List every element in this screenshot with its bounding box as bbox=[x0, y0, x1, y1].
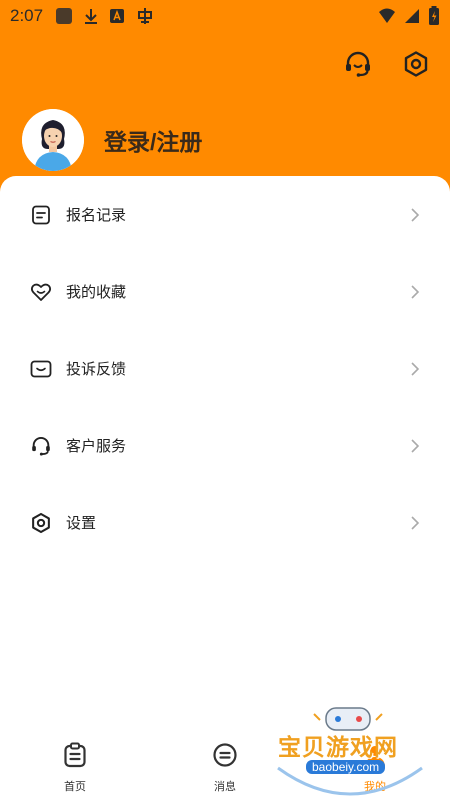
nav-label: 我的 bbox=[364, 780, 386, 793]
menu-card: 报名记录 我的收藏 投诉反馈 客户服务 设置 bbox=[0, 176, 450, 800]
heart-icon bbox=[30, 281, 52, 303]
app-square-icon bbox=[55, 7, 73, 25]
login-register-link[interactable]: 登录/注册 bbox=[104, 123, 202, 157]
menu-list: 报名记录 我的收藏 投诉反馈 客户服务 设置 bbox=[0, 176, 450, 561]
home-clipboard-icon bbox=[63, 742, 87, 772]
menu-item-label: 我的收藏 bbox=[66, 283, 127, 301]
profile-icon bbox=[362, 742, 388, 772]
status-right-icons bbox=[378, 6, 440, 26]
headset-icon bbox=[30, 435, 52, 457]
bug-icon bbox=[135, 6, 155, 26]
avatar[interactable] bbox=[22, 109, 84, 171]
chevron-right-icon bbox=[410, 361, 420, 377]
hexagon-gear-icon bbox=[30, 512, 52, 534]
profile-section[interactable]: 登录/注册 bbox=[22, 109, 202, 171]
wifi-icon bbox=[378, 8, 396, 24]
chevron-right-icon bbox=[410, 284, 420, 300]
menu-item-settings[interactable]: 设置 bbox=[0, 484, 450, 561]
nav-home[interactable]: 首页 bbox=[0, 732, 150, 800]
headset-icon bbox=[343, 49, 373, 83]
menu-item-customer-service[interactable]: 客户服务 bbox=[0, 407, 450, 484]
status-bar: 2:07 bbox=[0, 0, 450, 32]
menu-item-complaint-feedback[interactable]: 投诉反馈 bbox=[0, 330, 450, 407]
menu-item-my-favorites[interactable]: 我的收藏 bbox=[0, 253, 450, 330]
message-box-icon bbox=[30, 358, 52, 380]
font-a-icon bbox=[109, 8, 125, 24]
signal-icon bbox=[404, 8, 420, 24]
menu-item-label: 投诉反馈 bbox=[66, 360, 127, 378]
chevron-right-icon bbox=[410, 438, 420, 454]
status-time: 2:07 bbox=[10, 6, 44, 25]
hexagon-gear-icon bbox=[402, 50, 430, 82]
settings-button[interactable] bbox=[400, 50, 432, 82]
nav-messages[interactable]: 消息 bbox=[150, 732, 300, 800]
nav-profile[interactable]: 我的 bbox=[300, 732, 450, 800]
nav-label: 首页 bbox=[64, 780, 86, 793]
menu-item-label: 报名记录 bbox=[66, 206, 127, 224]
customer-service-button[interactable] bbox=[342, 50, 374, 82]
bottom-nav: 首页 消息 我的 bbox=[0, 732, 450, 800]
download-icon bbox=[83, 7, 99, 25]
chevron-right-icon bbox=[410, 207, 420, 223]
menu-item-label: 设置 bbox=[66, 514, 97, 532]
message-circle-icon bbox=[212, 742, 238, 772]
battery-charging-icon bbox=[428, 6, 440, 26]
document-icon bbox=[30, 204, 52, 226]
menu-item-label: 客户服务 bbox=[66, 437, 127, 455]
chevron-right-icon bbox=[410, 515, 420, 531]
menu-item-registration-records[interactable]: 报名记录 bbox=[0, 176, 450, 253]
header-actions bbox=[342, 50, 432, 82]
nav-label: 消息 bbox=[214, 780, 236, 793]
status-left-icons bbox=[55, 6, 155, 26]
